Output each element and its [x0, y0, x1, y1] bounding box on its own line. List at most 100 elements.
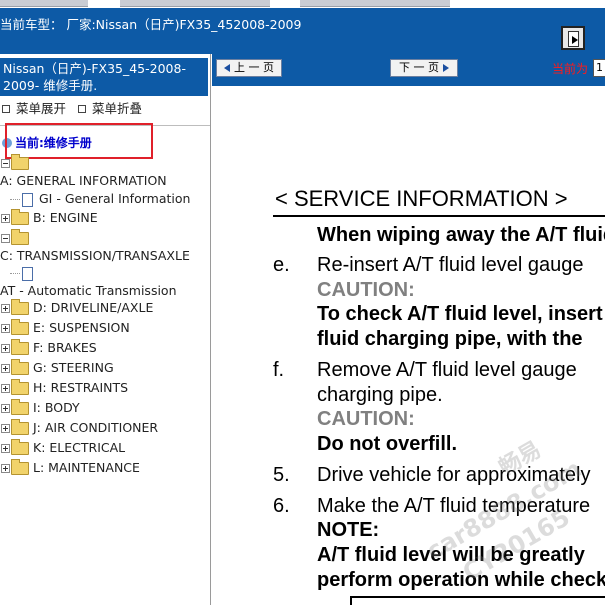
tree-node-driveline[interactable]: D: DRIVELINE/AXLE — [0, 299, 153, 317]
tree-node-folder[interactable] — [0, 154, 33, 172]
expand-toggle-icon[interactable] — [1, 364, 10, 373]
tree-label: L: MAINTENANCE — [33, 460, 140, 475]
collapse-label: 菜单折叠 — [92, 101, 143, 116]
header-rule — [273, 215, 605, 217]
expand-toggle-icon[interactable] — [1, 324, 10, 333]
folder-icon — [11, 379, 29, 395]
step-marker: 5. — [273, 464, 290, 486]
expand-toggle-icon[interactable] — [1, 404, 10, 413]
expand-toggle-icon[interactable] — [1, 464, 10, 473]
tree-label: GI - General Information — [39, 191, 191, 206]
tree-node-maintenance[interactable]: L: MAINTENANCE — [0, 459, 140, 477]
manual-page: < SERVICE INFORMATION > When wiping away… — [212, 86, 605, 605]
document-icon — [22, 192, 33, 207]
folder-icon — [11, 299, 29, 315]
arrow-left-icon — [224, 64, 230, 72]
step-marker: e. — [273, 254, 290, 276]
tree-node-at[interactable]: AT - Automatic Transmission — [0, 282, 177, 300]
step-marker: 6. — [273, 495, 290, 517]
page-number-input[interactable]: 1 — [593, 59, 605, 77]
tree-label: AT - Automatic Transmission — [0, 283, 177, 298]
tree-node-restraints[interactable]: H: RESTRAINTS — [0, 379, 128, 397]
tree-node-steering[interactable]: G: STEERING — [0, 359, 114, 377]
caution-label: CAUTION: — [317, 408, 415, 430]
manual-title: Nissan（日产)-FX35_45-2008-2009- 维修手册. — [0, 58, 208, 96]
next-page-button[interactable]: 下 一 页 — [390, 59, 458, 77]
folder-icon — [11, 459, 29, 475]
current-vehicle-label: 当前车型： 厂家:Nissan（日产)FX35_452008-2009 — [0, 17, 302, 32]
expand-toggle-icon[interactable] — [1, 344, 10, 353]
expand-toggle-icon[interactable] — [1, 384, 10, 393]
next-page-label: 下 一 页 — [399, 61, 439, 74]
toolbar-segment — [300, 0, 450, 7]
tree-label: G: STEERING — [33, 360, 114, 375]
sidebar: Nissan（日产)-FX35_45-2008-2009- 维修手册. 菜单展开… — [0, 54, 211, 605]
folder-icon — [11, 319, 29, 335]
tree-node-air-conditioner[interactable]: J: AIR CONDITIONER — [0, 419, 158, 437]
expand-toggle-icon[interactable] — [1, 424, 10, 433]
collapse-toggle-icon[interactable] — [1, 159, 10, 168]
folder-icon — [11, 154, 29, 170]
tree-label: D: DRIVELINE/AXLE — [33, 300, 154, 315]
tree-node-transmission[interactable]: C: TRANSMISSION/TRANSAXLE — [0, 247, 190, 265]
document-icon — [22, 266, 33, 281]
tree-node-body[interactable]: I: BODY — [0, 399, 80, 417]
tree-node-folder[interactable] — [0, 229, 33, 247]
tree-node-suspension[interactable]: E: SUSPENSION — [0, 319, 130, 337]
tree-node-brakes[interactable]: F: BRAKES — [0, 339, 97, 357]
tree-line — [10, 273, 20, 274]
window-top-strip — [0, 0, 605, 8]
tree-label: B: ENGINE — [33, 210, 98, 225]
prev-page-label: 上 一 页 — [234, 61, 274, 74]
folder-icon — [11, 229, 29, 245]
tree-label: I: BODY — [33, 400, 80, 415]
current-page-label: 当前为 — [552, 62, 589, 76]
tree-node-engine[interactable]: B: ENGINE — [0, 209, 98, 227]
tree-label: F: BRAKES — [33, 340, 97, 355]
folder-icon — [11, 419, 29, 435]
prev-page-button[interactable]: 上 一 页 — [216, 59, 282, 77]
folder-icon — [11, 339, 29, 355]
text-line: When wiping away the A/T fluid — [317, 224, 605, 246]
expand-toggle-icon[interactable] — [1, 444, 10, 453]
content-panel: 上 一 页 下 一 页 当前为 1 < SERVICE INFORMATION … — [212, 54, 605, 605]
expand-menu-button[interactable]: 菜单展开 — [0, 98, 66, 117]
step-marker: f. — [273, 359, 285, 381]
collapse-toggle-icon[interactable] — [1, 234, 10, 243]
square-icon — [78, 105, 86, 113]
tree-label: E: SUSPENSION — [33, 320, 130, 335]
app-header: 当前车型： 厂家:Nissan（日产)FX35_452008-2009 — [0, 8, 605, 54]
folder-icon — [11, 209, 29, 225]
text-line: charging pipe. — [317, 384, 443, 406]
folder-icon — [11, 399, 29, 415]
exit-button[interactable] — [561, 26, 585, 50]
tree-label: C: TRANSMISSION/TRANSAXLE — [0, 248, 190, 263]
tree-label: J: AIR CONDITIONER — [33, 420, 159, 435]
folder-icon — [11, 439, 29, 455]
toolbar-segment — [0, 0, 88, 7]
expand-toggle-icon[interactable] — [1, 214, 10, 223]
text-line: Do not overfill. — [317, 433, 457, 455]
text-line: fluid charging pipe, with the — [317, 328, 583, 350]
tree-label: H: RESTRAINTS — [33, 380, 129, 395]
expand-label: 菜单展开 — [16, 101, 67, 116]
tree-node-gi[interactable]: GI - General Information — [10, 190, 190, 208]
tree-node-general-information[interactable]: A: GENERAL INFORMATION — [0, 172, 167, 190]
page-navigation: 上 一 页 下 一 页 当前为 1 — [212, 54, 605, 82]
collapse-menu-button[interactable]: 菜单折叠 — [76, 98, 142, 117]
tree-node-electrical[interactable]: K: ELECTRICAL — [0, 439, 125, 457]
tree-label: K: ELECTRICAL — [33, 440, 126, 455]
text-line: To check A/T fluid level, insert — [317, 303, 603, 325]
expand-toggle-icon[interactable] — [1, 304, 10, 313]
toolbar-segment — [120, 0, 270, 7]
tree-line — [10, 199, 20, 200]
tree-label: A: GENERAL INFORMATION — [0, 173, 167, 188]
text-line: perform operation while checking — [317, 569, 605, 591]
text-line: Remove A/T fluid level gauge — [317, 359, 577, 381]
tree-node-doc[interactable] — [10, 264, 39, 282]
square-icon — [2, 105, 10, 113]
section-header: < SERVICE INFORMATION > — [275, 186, 568, 211]
arrow-right-icon — [572, 36, 578, 44]
figure-frame — [350, 596, 605, 605]
manual-page-content: < SERVICE INFORMATION > When wiping away… — [212, 86, 605, 605]
